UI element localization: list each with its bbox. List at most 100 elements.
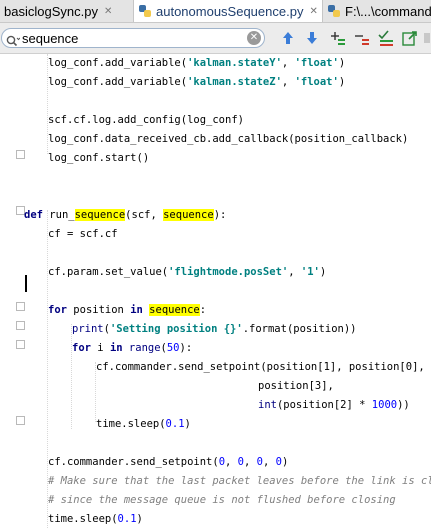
code-number: 0.1	[117, 513, 137, 525]
code-text: time.sleep(	[96, 418, 166, 430]
code-text: ):	[213, 209, 227, 221]
search-match-highlight: sequence	[163, 209, 214, 221]
code-text: scf.cf.log.add_config(log_conf)	[48, 114, 244, 126]
tab-basiclogsync[interactable]: basiclogSync.py ✕	[0, 0, 134, 22]
code-text: )	[338, 57, 346, 69]
search-match-highlight: sequence	[74, 209, 126, 221]
code-line[interactable]: for position in sequence:	[48, 301, 206, 320]
code-text: ,	[225, 456, 238, 468]
python-file-icon	[327, 4, 341, 18]
code-line[interactable]: # Make sure that the last packet leaves …	[48, 472, 431, 491]
code-text: .format(position))	[242, 323, 357, 335]
tab-label: basiclogSync.py	[4, 3, 98, 19]
code-text: i	[97, 342, 110, 354]
code-line[interactable]: def run_sequence(scf, sequence):	[24, 206, 226, 225]
text-cursor	[25, 275, 27, 292]
close-tab-icon[interactable]: ✕	[309, 6, 317, 17]
code-string: 'kalman.stateY'	[187, 57, 282, 69]
more-icon[interactable]	[422, 28, 431, 48]
code-text: cf.commander.send_setpoint(	[48, 456, 219, 468]
code-line[interactable]: # since the message queue is not flushed…	[48, 491, 396, 510]
code-string: 'Setting position {}'	[109, 323, 243, 335]
tab-label: autonomousSequence.py	[156, 3, 304, 19]
fold-end-icon[interactable]	[16, 416, 25, 425]
code-text: ,	[288, 266, 301, 278]
code-line[interactable]: print('Setting position {}'.format(posit…	[72, 320, 357, 339]
fold-start-icon[interactable]	[16, 302, 25, 311]
tab-command[interactable]: F:\...\command	[323, 0, 431, 22]
code-text: )	[319, 266, 327, 278]
code-text: run_	[49, 209, 75, 221]
export-icon[interactable]	[400, 28, 420, 48]
search-input[interactable]	[22, 30, 242, 46]
code-text: ))	[397, 399, 410, 411]
code-text: position[3],	[258, 380, 334, 392]
select-all-icon[interactable]	[376, 28, 396, 48]
code-text: )	[136, 513, 143, 525]
code-line[interactable]: for i in range(50):	[72, 339, 192, 358]
code-line[interactable]: cf.commander.send_setpoint(position[1], …	[96, 358, 425, 377]
code-comment: # Make sure that the last packet leaves …	[48, 475, 431, 487]
code-text: position	[73, 304, 131, 316]
code-line[interactable]: cf.param.set_value('flightmode.posSet', …	[48, 263, 326, 282]
code-string: 'float'	[294, 57, 339, 69]
code-string: 'float'	[294, 76, 339, 88]
code-keyword: for	[72, 342, 98, 354]
code-keyword: def	[24, 209, 50, 221]
code-line[interactable]: cf.commander.send_setpoint(0, 0, 0, 0)	[48, 453, 288, 472]
code-number: 0.1	[165, 418, 185, 430]
code-text: (position[2] *	[276, 399, 372, 411]
tab-autonomoussequence[interactable]: autonomousSequence.py ✕	[134, 0, 323, 22]
code-text: )	[281, 456, 289, 468]
code-text: ,	[281, 76, 295, 88]
code-text: ):	[179, 342, 193, 354]
code-line[interactable]: position[3],	[258, 377, 334, 396]
code-string: 'kalman.stateZ'	[187, 76, 282, 88]
arrow-down-icon[interactable]	[302, 28, 322, 48]
code-text: log_conf.data_received_cb.add_callback(p…	[48, 133, 409, 145]
fold-end-icon[interactable]	[16, 150, 25, 159]
code-text: cf.commander.send_setpoint(position[1], …	[96, 361, 425, 373]
code-string: 'flightmode.posSet'	[168, 266, 289, 278]
find-bar: ✕	[0, 23, 431, 54]
code-line[interactable]: log_conf.start()	[48, 149, 149, 168]
fold-start-icon[interactable]	[16, 340, 25, 349]
code-builtin: print	[72, 323, 104, 335]
close-tab-icon[interactable]: ✕	[104, 6, 112, 17]
add-selection-icon[interactable]	[328, 28, 348, 48]
search-icon[interactable]	[6, 32, 21, 51]
code-builtin: int	[258, 399, 277, 411]
code-keyword: in	[109, 342, 129, 354]
search-match-highlight: sequence	[149, 304, 200, 316]
fold-start-icon[interactable]	[16, 321, 25, 330]
code-line[interactable]: log_conf.add_variable('kalman.stateY', '…	[48, 54, 345, 73]
code-number: 1000	[371, 399, 398, 411]
python-file-icon	[138, 4, 152, 18]
code-builtin: range	[128, 342, 161, 354]
search-box: ✕	[1, 28, 265, 48]
code-number: 50	[166, 342, 180, 354]
code-line[interactable]: time.sleep(0.1)	[96, 415, 191, 434]
code-text: cf.param.set_value(	[48, 266, 169, 278]
code-text: :	[199, 304, 207, 316]
code-line[interactable]: int(position[2] * 1000))	[258, 396, 410, 415]
code-line[interactable]: log_conf.add_variable('kalman.stateZ', '…	[48, 73, 345, 92]
code-line[interactable]: time.sleep(0.1)	[48, 510, 143, 529]
code-line[interactable]: cf = scf.cf	[48, 225, 118, 244]
code-text: ,	[281, 57, 295, 69]
arrow-up-icon[interactable]	[278, 28, 298, 48]
code-text: time.sleep(	[48, 513, 118, 525]
clear-search-icon[interactable]: ✕	[247, 31, 261, 45]
code-text: log_conf.add_variable(	[48, 76, 188, 88]
remove-selection-icon[interactable]	[352, 28, 372, 48]
code-line[interactable]: scf.cf.log.add_config(log_conf)	[48, 111, 244, 130]
code-line[interactable]: log_conf.data_received_cb.add_callback(p…	[48, 130, 408, 149]
code-keyword: in	[130, 304, 150, 316]
code-string: '1'	[300, 266, 320, 278]
code-text: )	[338, 76, 346, 88]
code-editor[interactable]: log_conf.add_variable( 'kalman.stateY', '…	[0, 54, 431, 529]
code-text: ,	[244, 456, 257, 468]
code-text: cf = scf.cf	[48, 228, 118, 240]
tab-label: F:\...\command	[345, 3, 431, 19]
code-text: )	[184, 418, 191, 430]
